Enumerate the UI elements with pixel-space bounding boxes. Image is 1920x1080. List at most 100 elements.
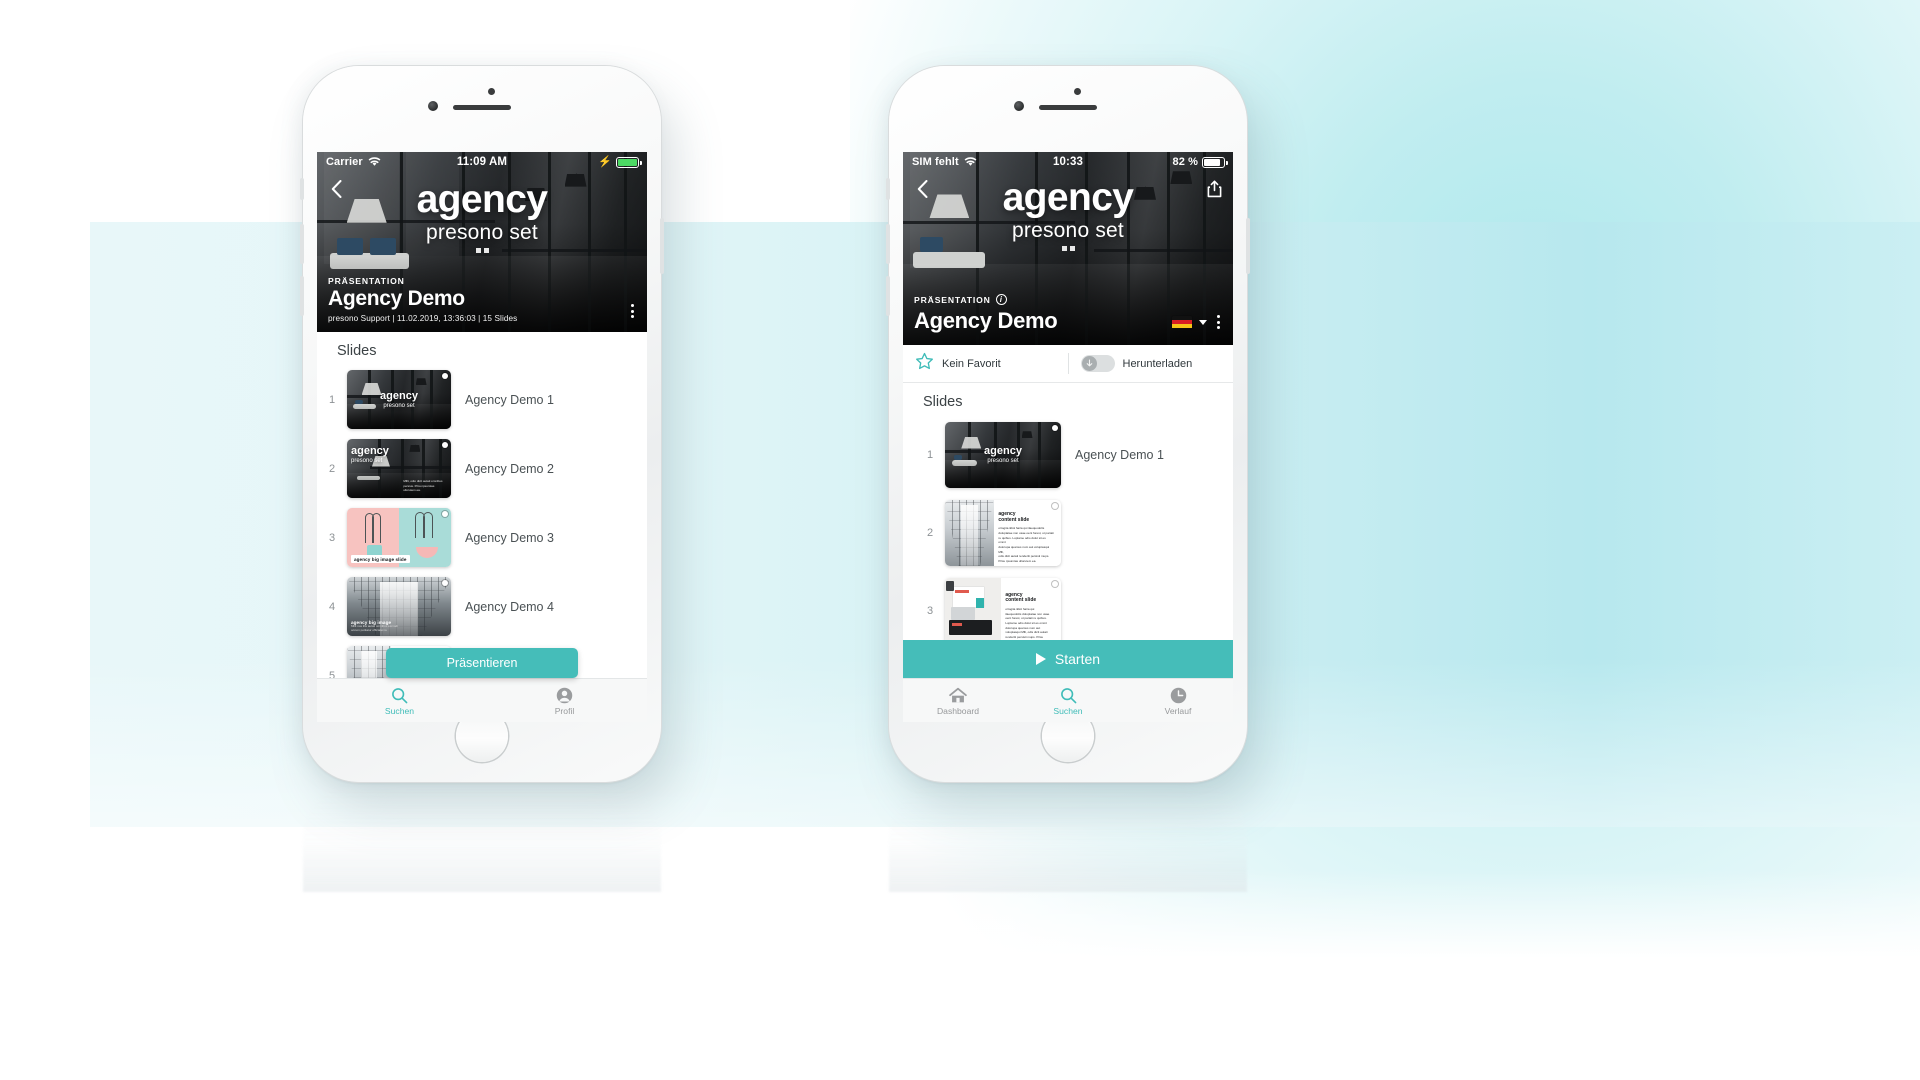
back-button-right[interactable] [909,176,935,202]
presentation-hero-left: Carrier 11:09 AM ⚡ agency presono set PR… [317,152,647,332]
download-toggle[interactable] [1080,355,1115,372]
more-options-icon-right[interactable] [1214,313,1223,331]
brand-lockup-right: agency presono set [903,178,1233,251]
slide-title: Agency Demo 3 [465,530,554,545]
status-bar-left: Carrier 11:09 AM ⚡ [317,152,647,172]
slide-number: 3 [328,531,336,544]
slide-status-dot [442,442,448,448]
share-button-right[interactable] [1201,176,1227,202]
battery-charging-icon [616,156,642,168]
status-time-left: 11:09 AM [456,156,508,168]
slide-row-4-left[interactable]: 4 agency big image Mlllt nos illis autat… [317,572,647,641]
battery-icon [1202,156,1228,168]
front-camera [1014,101,1024,111]
eyebrow-label: PRÄSENTATION [328,276,405,286]
slide-thumbnail-atrium-dark[interactable]: agency big image Mlllt nos illis autati … [347,577,451,636]
presentation-hero-right: SIM fehlt 10:33 82 % agency presono set … [903,152,1233,345]
hero-eyebrow-left: PRÄSENTATION [328,276,517,286]
screen-left: Carrier 11:09 AM ⚡ agency presono set PR… [317,152,647,722]
start-button-right[interactable]: Starten [903,640,1233,678]
download-toggle-group[interactable]: Herunterladen [1069,345,1234,382]
slide-caption: agency big image slide [351,555,410,563]
hero-meta-right: PRÄSENTATION i Agency Demo [903,294,1233,345]
tab-suchen-right[interactable]: Suchen [1013,685,1123,716]
proximity-sensor [488,88,495,95]
favorite-toggle[interactable]: Kein Favorit [903,345,1068,382]
tab-label: Suchen [384,706,415,716]
slide-row-1-right[interactable]: 1 agency presono set Agency Demo 1 [903,416,1233,494]
chevron-down-icon[interactable] [1199,319,1207,325]
action-bar-right: Kein Favorit Herunterladen [903,345,1233,383]
volume-down-button [886,276,890,316]
download-label: Herunterladen [1122,357,1193,370]
brand-secondary: presono set [1012,219,1124,242]
search-icon [391,685,408,704]
slide-number: 3 [926,605,934,617]
slide-number: 1 [328,393,336,406]
slide-thumbnail-agency-cover[interactable]: agency presono set [347,370,451,429]
brand-primary: agency [416,178,548,221]
background-floor-fade [0,870,1920,1080]
profile-icon [556,685,573,704]
tab-label: Dashboard [936,706,980,716]
favorite-label: Kein Favorit [942,357,1001,370]
start-button-wrap: Starten [903,640,1233,678]
star-outline-icon [915,352,934,376]
slide-number: 2 [926,527,934,539]
search-icon [1060,685,1077,704]
brand-lockup-left: agency presono set [317,180,647,253]
download-arrow-icon [1081,356,1097,371]
status-bar-right: SIM fehlt 10:33 82 % [903,152,1233,172]
earpiece-speaker [453,105,511,110]
slide-title: Agency Demo 1 [1075,448,1164,462]
phone-mockup-right: SIM fehlt 10:33 82 % agency presono set … [886,66,1250,892]
slide-row-3-left[interactable]: 3 agency big image slide Agency Demo 3 [317,503,647,572]
tab-profil-left[interactable]: Profil [482,685,647,716]
tab-label: Profil [554,706,575,716]
brand-primary: agency [1002,176,1134,219]
slide-row-1-left[interactable]: 1 agency presono set Agency Demo 1 [317,365,647,434]
home-icon [949,685,967,704]
slide-number: 4 [328,600,336,613]
history-clock-icon [1170,685,1187,704]
power-button [1246,218,1250,274]
volume-up-button [886,224,890,264]
slides-list-right: Slides 1 agency presono set Agency Demo … [903,383,1233,650]
earpiece-speaker [1039,105,1097,110]
slide-status-dot [442,511,448,517]
tab-dashboard-right[interactable]: Dashboard [903,685,1013,716]
slide-thumbnail-agency-cover-left[interactable]: agency presono set Mlllt, odio dicit auta… [347,439,451,498]
play-icon [1035,653,1046,665]
slides-section-title-right: Slides [923,394,963,410]
slide-thumbnail-desk-content[interactable]: agency content slide ortogita ikliol hari… [945,578,1061,644]
presentation-title-left: Agency Demo [328,287,465,310]
phone-reflection [889,782,1247,892]
slide-row-3-right[interactable]: 3 agency content slide ortogita ikliol h… [903,572,1233,650]
power-button [660,218,664,274]
slide-title: Agency Demo 2 [465,461,554,476]
tab-bar-left: Suchen Profil [317,678,647,722]
hero-meta-left: PRÄSENTATION Agency Demo presono Support… [317,276,647,332]
slide-title: Agency Demo 4 [465,599,554,614]
slide-thumbnail-bunny-split[interactable]: agency big image slide [347,508,451,567]
slide-row-2-left[interactable]: 2 agency presono set Mlllt, odio dicit a… [317,434,647,503]
silent-switch [300,178,304,200]
tab-label: Verlauf [1164,706,1192,716]
present-button-left[interactable]: Präsentieren [386,648,578,678]
slide-status-dot [442,580,448,586]
tab-verlauf-right[interactable]: Verlauf [1123,685,1233,716]
slide-row-2-right[interactable]: 2 agency content slide ortogita ikliol ha… [903,494,1233,572]
info-icon[interactable]: i [995,294,1007,305]
slide-thumbnail-agency-cover[interactable]: agency presono set [945,422,1061,488]
slide-thumbnail-atrium-content-light[interactable]: agency content slide ortogita ikliol hari… [945,500,1061,566]
more-options-icon-left[interactable] [628,302,637,320]
flag-de-icon[interactable] [1172,315,1192,329]
slide-number: 1 [926,449,934,461]
tab-suchen-left[interactable]: Suchen [317,685,482,716]
proximity-sensor [1074,88,1081,95]
presentation-subtitle-left: presono Support | 11.02.2019, 13:36:03 |… [328,314,518,323]
phone-reflection [303,782,661,892]
tab-bar-right: Dashboard Suchen Verlauf [903,678,1233,722]
start-button-label: Starten [1054,651,1101,667]
back-button-left[interactable] [323,176,349,202]
